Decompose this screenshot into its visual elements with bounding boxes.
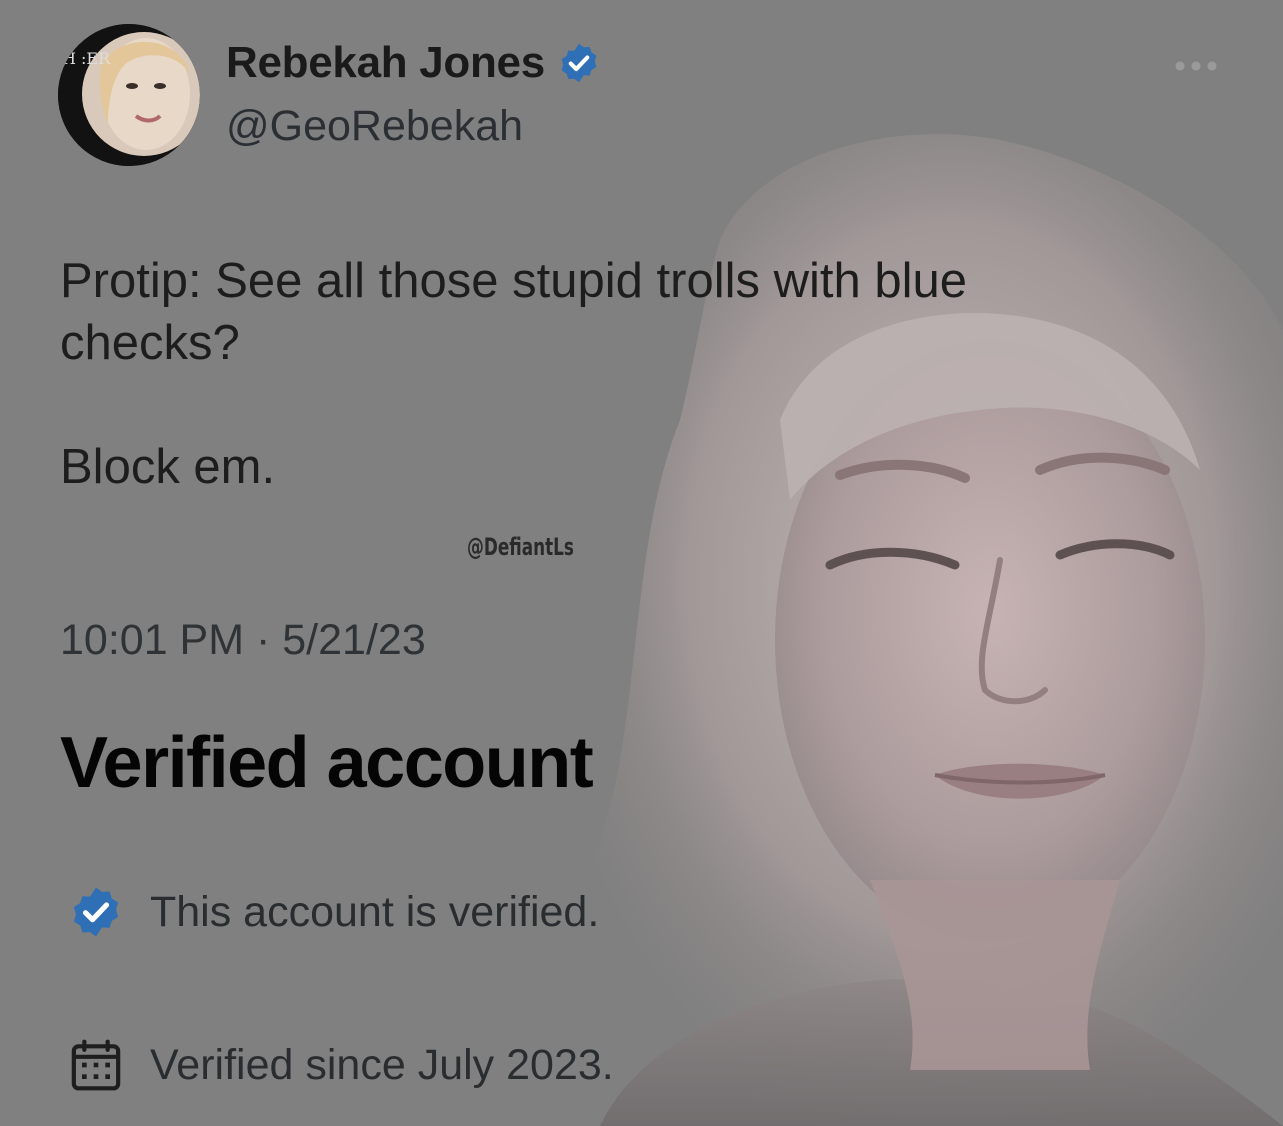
- more-options-icon[interactable]: [1172, 56, 1220, 76]
- watermark-text: @DefiantLs: [467, 533, 574, 561]
- verified-since-row: Verified since July 2023.: [68, 1037, 614, 1093]
- portrait-photo: [548, 134, 1283, 1126]
- avatar-image: H :ER: [58, 24, 200, 166]
- author-handle[interactable]: @GeoRebekah: [226, 102, 523, 151]
- author-name-row[interactable]: Rebekah Jones: [226, 38, 601, 88]
- author-display-name[interactable]: Rebekah Jones: [226, 38, 545, 88]
- verified-badge-icon: [561, 43, 597, 83]
- verified-info-text: This account is verified.: [150, 887, 600, 936]
- author-avatar[interactable]: H :ER: [58, 24, 200, 166]
- tweet-timestamp[interactable]: 10:01 PM · 5/21/23: [60, 616, 426, 665]
- verified-section-title: Verified account: [60, 723, 594, 803]
- calendar-icon: [71, 1039, 121, 1091]
- verified-info-row: This account is verified.: [68, 884, 599, 940]
- tweet-text: Protip: See all those stupid trolls with…: [60, 254, 967, 494]
- verified-badge-icon: [73, 887, 119, 937]
- verified-since-text: Verified since July 2023.: [150, 1040, 614, 1089]
